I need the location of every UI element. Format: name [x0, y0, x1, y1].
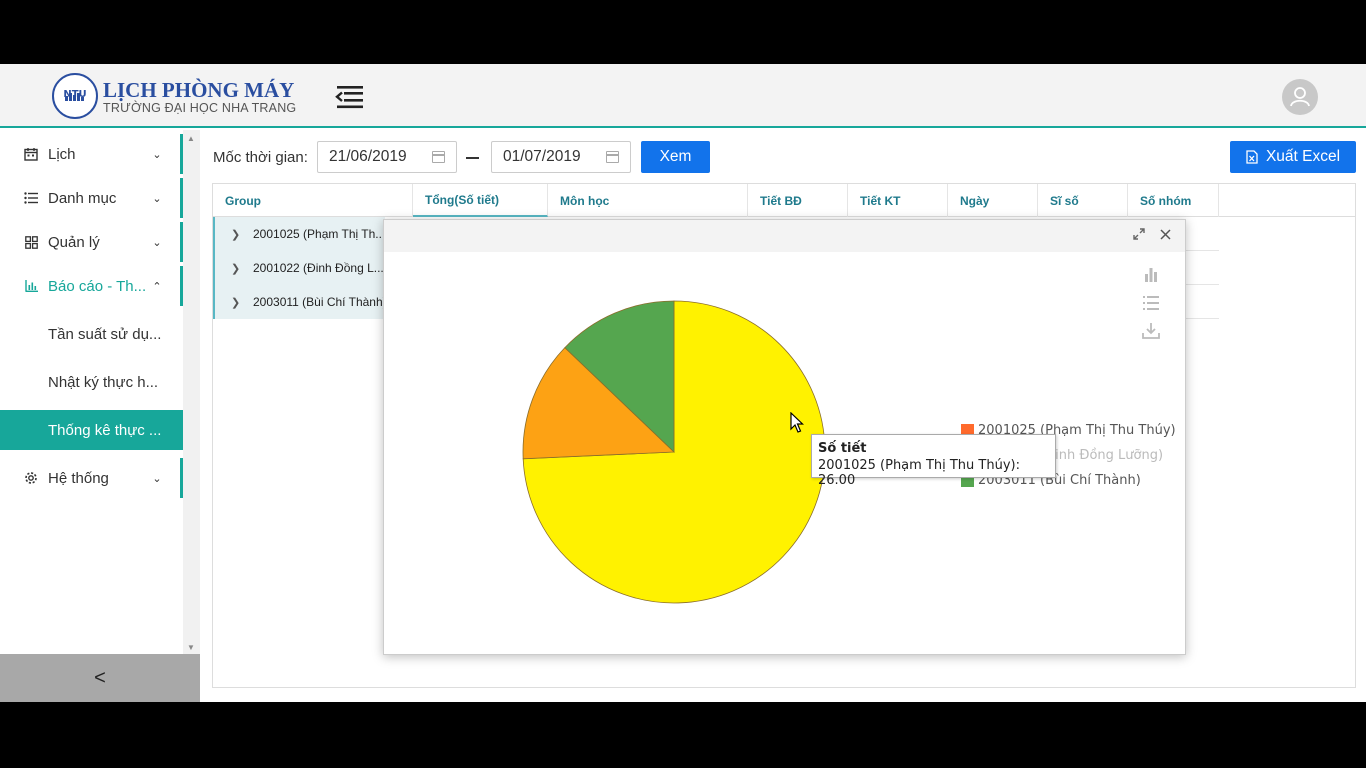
sidebar-item-bao-cao[interactable]: Báo cáo - Th... ⌃ — [0, 266, 183, 306]
chart-icon — [23, 278, 39, 294]
column-header-subject[interactable]: Môn học — [548, 184, 748, 217]
chevron-down-icon: ⌄ — [152, 148, 162, 161]
column-header-class-size[interactable]: Sĩ số — [1038, 184, 1128, 217]
user-avatar-icon[interactable] — [1282, 79, 1318, 115]
sidebar-item-quan-ly[interactable]: Quản lý ⌄ — [0, 222, 183, 262]
column-header-date[interactable]: Ngày — [948, 184, 1038, 217]
group-cell[interactable]: ❯ 2001025 (Phạm Thị Th... — [213, 217, 385, 251]
tooltip-title: Số tiết — [818, 441, 867, 456]
group-label: 2003011 (Bùi Chí Thành) — [253, 295, 385, 309]
scroll-up-icon[interactable]: ▲ — [187, 134, 195, 143]
calendar-icon — [23, 146, 39, 162]
sidebar-subitem-label: Thống kê thực ... — [48, 421, 162, 439]
date-range-separator — [466, 157, 479, 159]
group-label: 2001022 (Đinh Đồng L... — [253, 261, 384, 275]
sidebar-item-he-thong[interactable]: Hệ thống ⌄ — [0, 458, 183, 498]
group-cell[interactable]: ❯ 2003011 (Bùi Chí Thành) — [213, 285, 385, 319]
column-header-group-count[interactable]: Số nhóm — [1128, 184, 1219, 217]
sidebar-item-label: Báo cáo - Th... — [48, 277, 147, 295]
chevron-up-icon: ⌃ — [152, 280, 162, 293]
calendar-icon[interactable] — [432, 151, 445, 163]
app-title: LỊCH PHÒNG MÁY — [103, 78, 295, 102]
sidebar-subitem-thong-ke[interactable]: Thống kê thực ... — [0, 410, 183, 450]
gear-icon — [23, 470, 39, 486]
sidebar-subitem-nhat-ky[interactable]: Nhật ký thực h... — [0, 362, 183, 402]
chart-popup: 2001025 (Phạm Thị Thu Thúy) 2001022 (Đin… — [383, 219, 1186, 655]
sidebar-item-label: Lịch — [48, 145, 76, 163]
sidebar-item-label: Quản lý — [48, 233, 100, 251]
group-label: 2001025 (Phạm Thị Th... — [253, 227, 385, 241]
sidebar-subitem-tan-suat[interactable]: Tần suất sử dụ... — [0, 314, 183, 354]
view-button[interactable]: Xem — [641, 141, 710, 173]
sidebar-scrollbar[interactable]: ▲ ▼ — [183, 130, 200, 654]
column-header-end-period[interactable]: Tiết KT — [848, 184, 948, 217]
grid-header: Group Tổng(Số tiết) Môn học Tiết BĐ Tiết… — [213, 184, 1355, 217]
scroll-down-icon[interactable]: ▼ — [187, 643, 195, 652]
column-header-total[interactable]: Tổng(Số tiết) — [413, 184, 548, 217]
sidebar-collapse-button[interactable]: < — [0, 654, 200, 702]
column-header-start-period[interactable]: Tiết BĐ — [748, 184, 848, 217]
mouse-cursor-icon — [790, 412, 804, 433]
logo-text: NTU — [63, 89, 87, 100]
app-subtitle: TRƯỜNG ĐẠI HỌC NHA TRANG — [103, 101, 297, 115]
calendar-icon[interactable] — [606, 151, 619, 163]
expand-chevron-icon[interactable]: ❯ — [231, 262, 240, 275]
menu-toggle-icon[interactable] — [334, 84, 366, 110]
list-icon — [23, 190, 39, 206]
date-to-value: 01/07/2019 — [503, 148, 581, 165]
sidebar-item-label: Hệ thống — [48, 469, 109, 487]
expand-chevron-icon[interactable]: ❯ — [231, 296, 240, 309]
group-cell[interactable]: ❯ 2001022 (Đinh Đồng L... — [213, 251, 385, 285]
chart-tooltip: Số tiết 2001025 (Phạm Thị Thu Thúy): 26.… — [811, 434, 1056, 488]
sidebar-item-lich[interactable]: Lịch ⌄ — [0, 134, 183, 174]
app-window: NTU LỊCH PHÒNG MÁY TRƯỜNG ĐẠI HỌC NHA TR… — [0, 64, 1366, 702]
sidebar: Lịch ⌄ Danh mục ⌄ Quản lý ⌄ Báo cáo - Th… — [0, 130, 200, 654]
chevron-down-icon: ⌄ — [152, 236, 162, 249]
date-to-input[interactable]: 01/07/2019 — [491, 141, 631, 173]
sidebar-item-label: Danh mục — [48, 189, 117, 207]
export-excel-button[interactable]: Xuất Excel — [1230, 141, 1356, 173]
expand-chevron-icon[interactable]: ❯ — [231, 228, 240, 241]
column-header-group[interactable]: Group — [213, 184, 413, 217]
excel-file-icon — [1246, 150, 1258, 164]
chevron-down-icon: ⌄ — [152, 192, 162, 205]
date-from-input[interactable]: 21/06/2019 — [317, 141, 457, 173]
tooltip-text: 2001025 (Phạm Thị Thu Thúy): 26.00 — [818, 458, 1020, 488]
export-excel-label: Xuất Excel — [1265, 148, 1341, 165]
date-from-value: 21/06/2019 — [329, 148, 407, 165]
sidebar-subitem-label: Nhật ký thực h... — [48, 373, 159, 391]
chevron-down-icon: ⌄ — [152, 472, 162, 485]
sidebar-item-danh-muc[interactable]: Danh mục ⌄ — [0, 178, 183, 218]
top-header: NTU LỊCH PHÒNG MÁY TRƯỜNG ĐẠI HỌC NHA TR… — [0, 64, 1366, 128]
logo: NTU — [52, 73, 98, 119]
sidebar-subitem-label: Tần suất sử dụ... — [48, 325, 162, 343]
date-filter-label: Mốc thời gian: — [213, 149, 308, 166]
grid-icon — [23, 234, 39, 250]
